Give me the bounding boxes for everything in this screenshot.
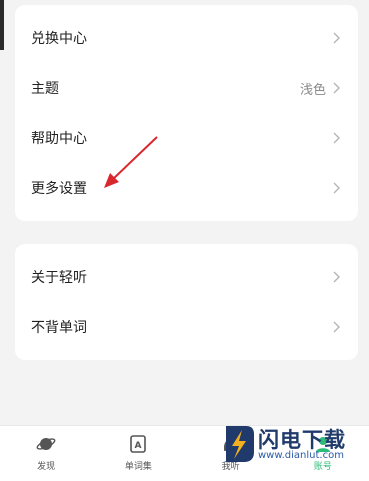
chevron-right-icon (333, 271, 340, 283)
settings-card-primary: 兑换中心 主题 浅色 帮助中心 更多设置 (15, 5, 358, 221)
chevron-right-icon (333, 32, 340, 44)
settings-card-secondary: 关于轻听 不背单词 (15, 244, 358, 360)
row-label: 主题 (31, 81, 59, 97)
account-icon (315, 437, 330, 452)
chevron-right-icon (333, 132, 340, 144)
settings-row-theme[interactable]: 主题 浅色 (15, 63, 358, 113)
word-book-icon: A (130, 435, 147, 453)
chevron-right-icon (333, 82, 340, 94)
settings-row-about[interactable]: 关于轻听 (15, 252, 358, 302)
window-edge (0, 0, 4, 50)
tab-label: 账号 (313, 462, 332, 472)
row-label: 关于轻听 (31, 270, 87, 286)
settings-row-bubei-words[interactable]: 不背单词 (15, 302, 358, 352)
settings-row-help-center[interactable]: 帮助中心 (15, 113, 358, 163)
tab-word-sets[interactable]: A 单词集 (92, 426, 184, 481)
settings-row-redeem-center[interactable]: 兑换中心 (15, 13, 358, 63)
tab-label: 发现 (37, 462, 56, 472)
chevron-right-icon (333, 182, 340, 194)
planet-icon (36, 438, 56, 450)
row-label: 帮助中心 (31, 131, 87, 147)
tab-discover[interactable]: 发现 (0, 426, 92, 481)
svg-text:A: A (135, 441, 142, 451)
theme-value: 浅色 (299, 82, 326, 98)
bottom-tab-bar: 发现 A 单词集 我听 账号 (0, 425, 369, 481)
row-label: 不背单词 (31, 320, 87, 336)
row-label: 更多设置 (31, 181, 87, 197)
tab-label: 单词集 (124, 462, 152, 472)
tab-account[interactable]: 账号 (277, 426, 369, 481)
headphone-icon (223, 439, 238, 451)
row-label: 兑换中心 (31, 31, 87, 47)
tab-listen[interactable]: 我听 (185, 426, 277, 481)
settings-row-more-settings[interactable]: 更多设置 (15, 163, 358, 213)
chevron-right-icon (333, 321, 340, 333)
tab-label: 我听 (221, 462, 240, 472)
